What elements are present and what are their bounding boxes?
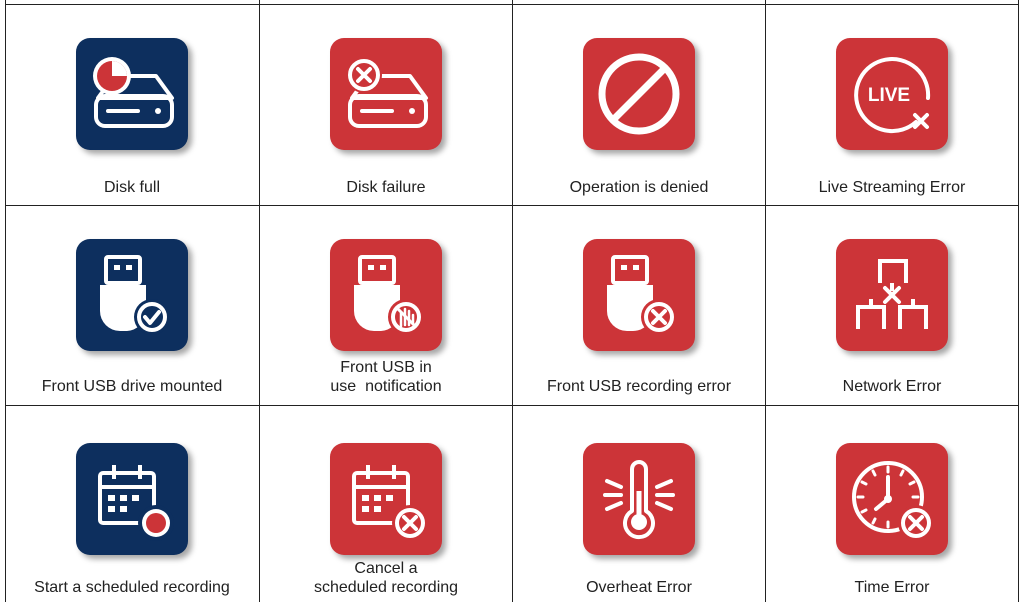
table-cell: Time Error (765, 405, 1019, 602)
cell-label: Disk full (103, 179, 160, 196)
thermometer-icon (583, 443, 695, 555)
cell-label: Start a scheduled recording (34, 579, 230, 596)
table-cell: Front USB drive mounted (5, 205, 259, 405)
table-cell: Network Error (765, 205, 1019, 405)
live-error-icon: LIVE (836, 38, 948, 150)
calendar-cancel-icon (330, 443, 442, 555)
cell-label: Cancel a (354, 560, 418, 577)
network-error-icon (836, 239, 948, 351)
disk-failure-icon (330, 38, 442, 150)
icon-legend-table: Disk full Disk failure Operation is deni… (0, 0, 1019, 602)
table-cell: Operation is denied (512, 4, 766, 205)
table-cell: Front USB in use notification (259, 205, 513, 405)
cell-label: Disk failure (346, 179, 426, 196)
cell-label: Live Streaming Error (818, 179, 966, 196)
cell-label: use notification (330, 378, 442, 395)
table-cell: Disk failure (259, 4, 513, 205)
usb-error-icon (583, 239, 695, 351)
cell-label: Front USB in (340, 359, 432, 376)
cell-label: Network Error (842, 378, 942, 395)
table-cell: Disk full (5, 4, 259, 205)
cell-label: Time Error (854, 579, 930, 596)
clock-error-icon (836, 443, 948, 555)
disk-full-icon (76, 38, 188, 150)
cell-label: Operation is denied (569, 179, 709, 196)
calendar-record-icon (76, 443, 188, 555)
svg-text:LIVE: LIVE (868, 85, 910, 106)
cell-label: Overheat Error (586, 579, 692, 596)
table-cell: Cancel a scheduled recording (259, 405, 513, 602)
table-cell: Overheat Error (512, 405, 766, 602)
usb-in-use-icon (330, 239, 442, 351)
cell-label: scheduled recording (313, 579, 459, 596)
table-cell: LIVE Live Streaming Error (765, 4, 1019, 205)
usb-check-icon (76, 239, 188, 351)
table-cell: Start a scheduled recording (5, 405, 259, 602)
cell-label: Front USB drive mounted (41, 378, 223, 395)
cell-label: Front USB recording error (546, 378, 732, 395)
prohibited-icon (583, 38, 695, 150)
table-cell: Front USB recording error (512, 205, 766, 405)
